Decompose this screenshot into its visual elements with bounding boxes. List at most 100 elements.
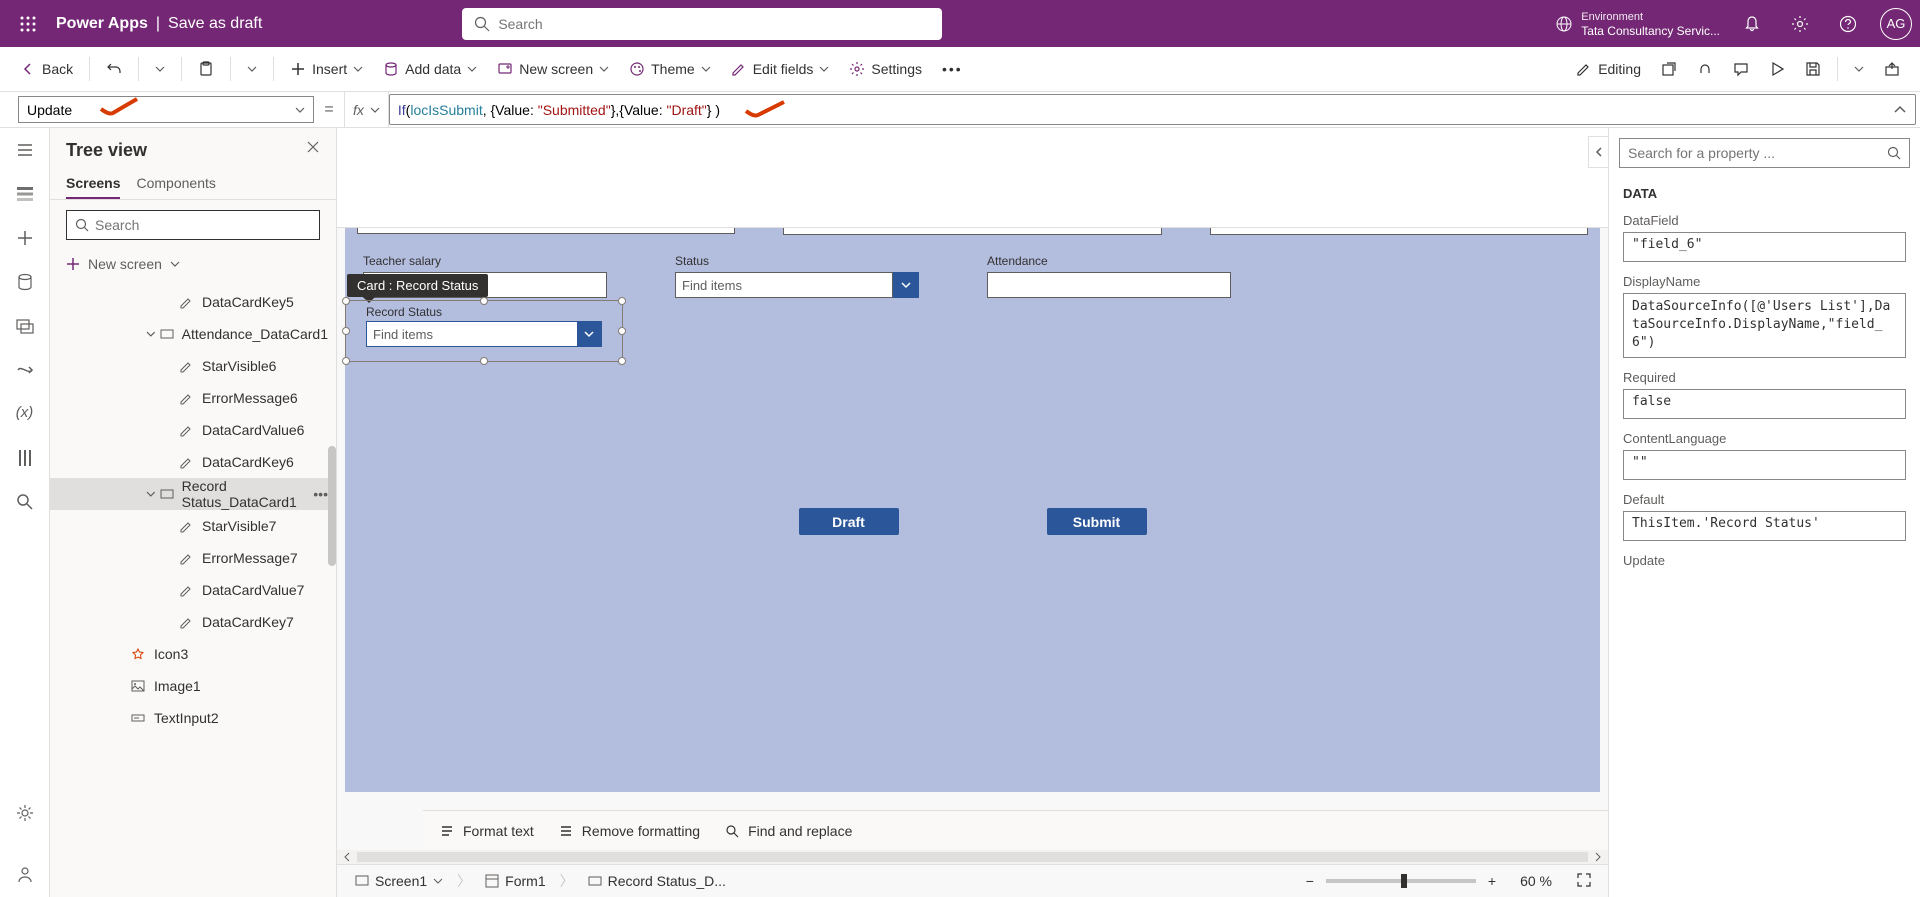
hamburger-icon[interactable] (15, 140, 35, 160)
tree-body[interactable]: DataCardKey5Attendance_DataCard1StarVisi… (50, 286, 336, 897)
breadcrumb-card[interactable]: Record Status_D... (582, 873, 732, 889)
zoom-slider[interactable] (1326, 879, 1476, 883)
tree-item[interactable]: Record Status_DataCard1••• (50, 478, 336, 510)
data-icon[interactable] (15, 272, 35, 292)
global-search-input[interactable] (498, 16, 930, 32)
tree-item[interactable]: Attendance_DataCard1 (50, 318, 336, 350)
settings-button[interactable]: Settings (841, 53, 930, 85)
new-screen-button[interactable]: New screen (489, 53, 617, 85)
properties-search[interactable] (1619, 138, 1910, 168)
contentlanguage-input[interactable]: "" (1623, 450, 1906, 480)
tab-components[interactable]: Components (136, 169, 215, 199)
tree-item[interactable]: ErrorMessage6 (50, 382, 336, 414)
resize-handle[interactable] (480, 357, 488, 365)
back-button[interactable]: Back (12, 53, 81, 85)
edit-fields-button[interactable]: Edit fields (723, 53, 838, 85)
canvas-horizontal-scrollbar[interactable] (337, 850, 1608, 864)
tree-item[interactable]: DataCardKey7 (50, 606, 336, 638)
theme-button[interactable]: Theme (621, 53, 719, 85)
draft-button[interactable]: Draft (799, 508, 899, 535)
tree-item[interactable]: DataCardKey5 (50, 286, 336, 318)
close-tree-icon[interactable] (306, 140, 320, 159)
record-status-card[interactable]: Record Status Find items (345, 300, 623, 362)
tree-item[interactable]: StarVisible7 (50, 510, 336, 542)
insert-icon[interactable] (15, 228, 35, 248)
expand-canvas-icon[interactable] (1588, 136, 1608, 168)
default-input[interactable]: ThisItem.'Record Status' (1623, 511, 1906, 541)
checker-button[interactable] (1689, 53, 1721, 85)
tree-item[interactable]: DataCardValue6 (50, 414, 336, 446)
zoom-out-button[interactable]: − (1302, 873, 1318, 889)
record-status-combo[interactable]: Find items (366, 321, 602, 347)
chevron-down-icon[interactable] (893, 272, 919, 298)
paste-button[interactable] (190, 53, 222, 85)
help-icon[interactable] (1832, 8, 1864, 40)
properties-search-input[interactable] (1628, 145, 1887, 161)
play-button[interactable] (1761, 53, 1793, 85)
zoom-in-button[interactable]: + (1484, 873, 1500, 889)
user-avatar[interactable]: AG (1880, 8, 1912, 40)
fx-button[interactable]: fx (344, 92, 389, 127)
save-button[interactable] (1797, 53, 1829, 85)
chevron-down-icon[interactable] (146, 329, 156, 339)
datafield-input[interactable]: "field_6" (1623, 232, 1906, 262)
breadcrumb-form[interactable]: Form1 (479, 873, 551, 889)
editing-mode-button[interactable]: Editing (1568, 53, 1649, 85)
app-name[interactable]: Power Apps (56, 15, 148, 33)
environment-selector[interactable]: Environment Tata Consultancy Servic... (1581, 10, 1720, 38)
save-dropdown[interactable] (1846, 53, 1872, 85)
notifications-icon[interactable] (1736, 8, 1768, 40)
canvas[interactable]: *Title Teacher salary Status Find item (345, 152, 1600, 792)
chevron-down-icon[interactable] (577, 322, 601, 346)
property-selector[interactable]: Update (18, 96, 314, 123)
settings-icon[interactable] (1784, 8, 1816, 40)
resize-handle[interactable] (342, 357, 350, 365)
comments-button[interactable] (1725, 53, 1757, 85)
media-icon[interactable] (15, 316, 35, 336)
tree-item[interactable]: DataCardValue7 (50, 574, 336, 606)
chevron-down-icon[interactable] (146, 489, 156, 499)
undo-dropdown[interactable] (147, 53, 173, 85)
tree-view-icon[interactable] (15, 184, 35, 204)
attendance-input[interactable] (987, 272, 1231, 298)
tree-search-input[interactable] (95, 217, 311, 233)
tree-item[interactable]: Icon3 (50, 638, 336, 670)
tree-item[interactable]: DataCardKey6 (50, 446, 336, 478)
feedback-icon[interactable] (15, 865, 35, 885)
share-button[interactable] (1653, 53, 1685, 85)
more-button[interactable]: ••• (934, 53, 971, 85)
find-replace-button[interactable]: Find and replace (724, 823, 852, 839)
resize-handle[interactable] (342, 327, 350, 335)
resize-handle[interactable] (342, 297, 350, 305)
tab-screens[interactable]: Screens (66, 169, 120, 199)
resize-handle[interactable] (618, 357, 626, 365)
fit-screen-button[interactable] (1572, 872, 1596, 891)
status-combo[interactable]: Find items (675, 272, 919, 298)
new-screen-tree-button[interactable]: New screen (66, 250, 320, 278)
search-rail-icon[interactable] (15, 492, 35, 512)
app-launcher-icon[interactable] (8, 16, 48, 32)
remove-formatting-button[interactable]: Remove formatting (558, 823, 700, 839)
resize-handle[interactable] (618, 327, 626, 335)
tree-item[interactable]: ErrorMessage7 (50, 542, 336, 574)
expand-formula-icon[interactable] (1893, 103, 1907, 117)
resize-handle[interactable] (480, 297, 488, 305)
resize-handle[interactable] (618, 297, 626, 305)
submit-button[interactable]: Submit (1047, 508, 1147, 535)
add-data-button[interactable]: Add data (375, 53, 485, 85)
displayname-input[interactable]: DataSourceInfo([@'Users List'],DataSourc… (1623, 293, 1906, 358)
variables-icon[interactable]: (x) (15, 404, 35, 424)
tree-item[interactable]: StarVisible6 (50, 350, 336, 382)
required-input[interactable]: false (1623, 389, 1906, 419)
tree-item[interactable]: TextInput2 (50, 702, 336, 734)
scrollbar-thumb[interactable] (328, 446, 336, 566)
more-icon[interactable]: ••• (313, 486, 328, 502)
tree-item[interactable]: Image1 (50, 670, 336, 702)
tools-icon[interactable] (15, 448, 35, 468)
publish-button[interactable] (1876, 53, 1908, 85)
tree-search[interactable] (66, 210, 320, 240)
format-text-button[interactable]: Format text (439, 823, 534, 839)
paste-dropdown[interactable] (239, 53, 265, 85)
flows-icon[interactable] (15, 360, 35, 380)
gear-icon[interactable] (15, 803, 35, 823)
